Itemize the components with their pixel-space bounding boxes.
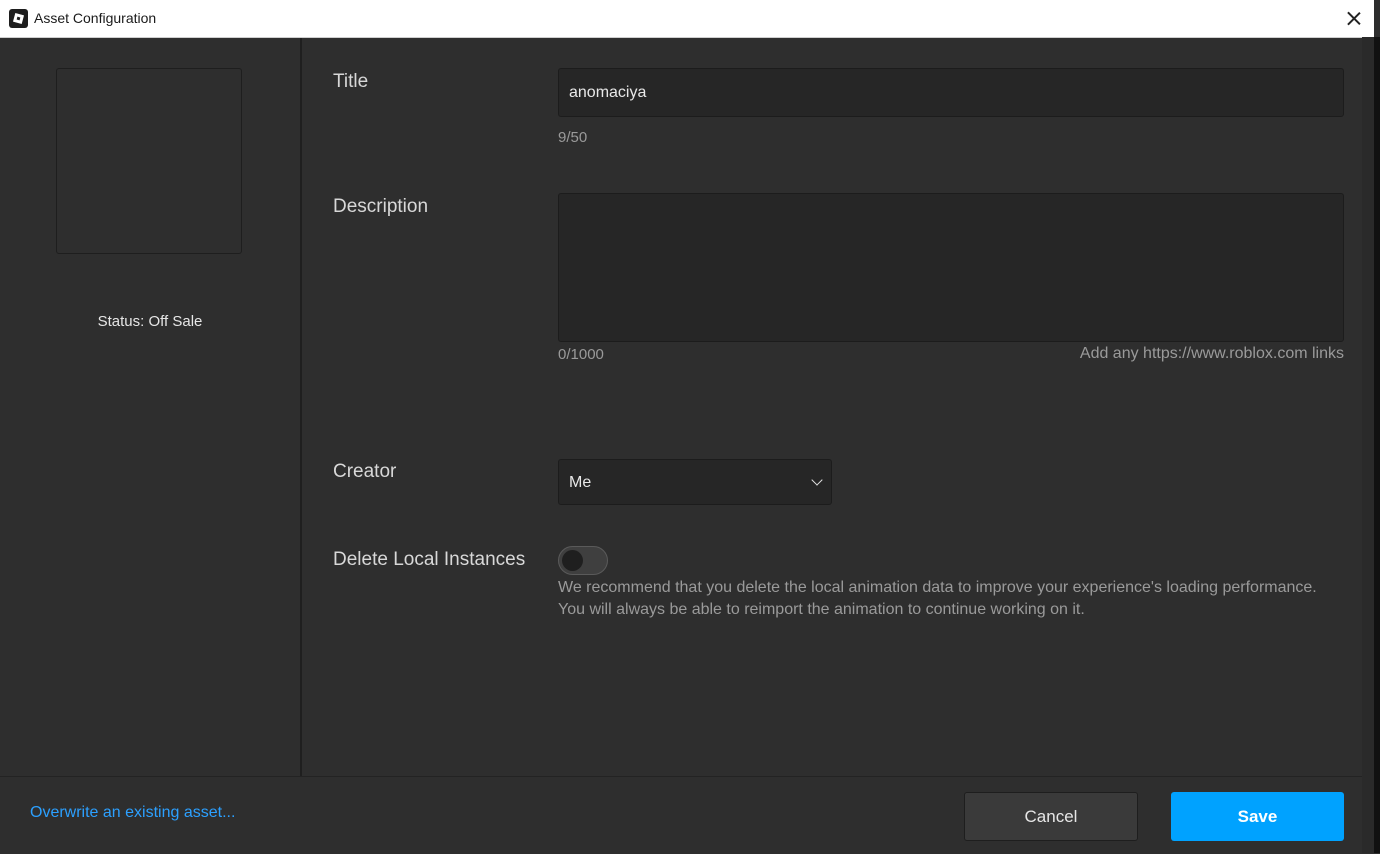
footer: Overwrite an existing asset... Cancel Sa… [0, 776, 1362, 854]
roblox-studio-icon [9, 9, 28, 28]
close-icon[interactable] [1339, 3, 1369, 33]
description-input[interactable] [558, 193, 1344, 342]
chevron-down-icon [811, 474, 823, 486]
delete-local-instances-toggle[interactable] [558, 546, 608, 575]
save-button[interactable]: Save [1171, 792, 1344, 841]
creator-selected-value: Me [569, 474, 592, 491]
toggle-knob [562, 550, 583, 571]
description-char-counter: 0/1000 [558, 346, 604, 363]
background-window-edge-dark [1374, 37, 1380, 853]
status-label: Status: Off Sale [97, 313, 203, 330]
window-title: Asset Configuration [34, 10, 157, 26]
title-input[interactable]: anomaciya [558, 68, 1344, 117]
cancel-button[interactable]: Cancel [964, 792, 1138, 841]
title-char-counter: 9/50 [558, 129, 588, 146]
description-label: Description [333, 196, 429, 217]
delete-local-instances-label: Delete Local Instances [333, 549, 526, 570]
overwrite-existing-asset-link[interactable]: Overwrite an existing asset... [30, 804, 235, 822]
creator-label: Creator [333, 461, 397, 482]
description-hint: Add any https://www.roblox.com links [1079, 345, 1344, 362]
title-bar: Asset Configuration [0, 0, 1374, 38]
asset-thumbnail [56, 68, 242, 254]
background-window-edge [1362, 37, 1380, 853]
sidebar: Status: Off Sale [0, 38, 302, 776]
delete-local-instances-help: We recommend that you delete the local a… [558, 579, 1317, 618]
config-form: Title anomaciya 9/50 Description 0/1000 … [302, 38, 1362, 776]
creator-dropdown[interactable]: Me [558, 459, 832, 505]
title-label: Title [333, 71, 369, 92]
